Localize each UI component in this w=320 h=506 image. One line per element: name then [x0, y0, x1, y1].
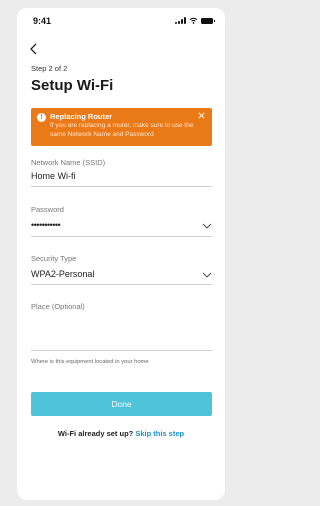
replacing-router-alert: ! Replacing Router If you are replacing … [31, 108, 212, 146]
page-title: Setup Wi-Fi [31, 77, 114, 94]
status-bar: 9:41 [31, 16, 215, 28]
ssid-value[interactable]: Home Wi-fi [31, 171, 76, 181]
back-arrow-icon[interactable] [27, 42, 41, 56]
security-type-label: Security Type [31, 254, 77, 263]
done-button[interactable]: Done [31, 392, 212, 416]
phone-screen: 9:41 Step 2 of 2 Setup Wi-Fi ! Replacing… [17, 8, 225, 500]
skip-step-link[interactable]: Skip this step [135, 429, 184, 438]
chevron-down-icon[interactable] [202, 223, 212, 229]
step-indicator: Step 2 of 2 [31, 64, 68, 73]
ssid-field[interactable]: Network Name (SSID) Home Wi-fi [31, 158, 212, 187]
wifi-icon [189, 17, 198, 24]
battery-icon [201, 18, 215, 24]
status-icons [175, 17, 215, 24]
skip-prompt-line: Wi-Fi already set up? Skip this step [17, 429, 225, 438]
chevron-down-icon[interactable] [202, 272, 212, 278]
password-value[interactable]: ••••••••••• [31, 220, 61, 230]
password-field[interactable]: Password ••••••••••• [31, 205, 212, 237]
place-helper-text: Where is this equipment located in your … [31, 359, 149, 365]
place-label: Place (Optional) [31, 302, 85, 311]
password-label: Password [31, 205, 64, 214]
security-type-select[interactable]: Security Type WPA2-Personal [31, 254, 212, 285]
security-type-value[interactable]: WPA2-Personal [31, 269, 94, 279]
close-icon[interactable] [197, 111, 206, 120]
signal-icon [175, 17, 186, 24]
skip-prompt: Wi-Fi already set up? [57, 429, 134, 438]
info-icon: ! [37, 113, 46, 122]
status-time: 9:41 [33, 16, 52, 26]
alert-title: Replacing Router [50, 112, 113, 121]
place-input[interactable]: Place (Optional) [31, 302, 212, 351]
alert-message: If you are replacing a router, make sure… [50, 122, 194, 138]
ssid-label: Network Name (SSID) [31, 158, 106, 167]
